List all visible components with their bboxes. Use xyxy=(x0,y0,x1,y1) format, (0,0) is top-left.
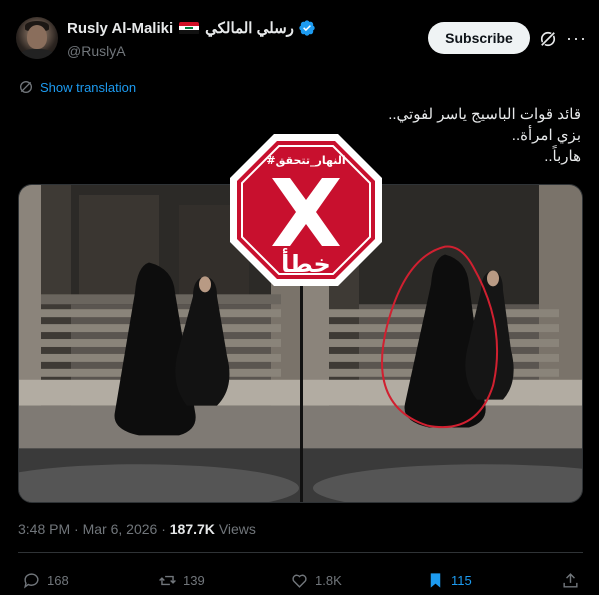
like-count: 1.8K xyxy=(315,573,342,588)
meta-separator: · xyxy=(74,521,83,537)
author-name-row[interactable]: Rusly Al-Maliki رسلي المالكي xyxy=(67,19,316,37)
show-translation-link[interactable]: Show translation xyxy=(40,80,136,95)
more-options-icon[interactable]: ··· xyxy=(566,29,586,47)
views-label: Views xyxy=(218,521,256,537)
subscribe-button[interactable]: Subscribe xyxy=(428,22,530,54)
reply-count: 168 xyxy=(47,573,69,588)
verified-badge-icon xyxy=(299,20,315,36)
tweet-line: بزي امرأة.. xyxy=(511,127,581,144)
tweet-time[interactable]: 3:48 PM xyxy=(18,521,70,537)
author-handle[interactable]: @RuslyA xyxy=(67,43,126,59)
grok-icon[interactable] xyxy=(538,29,558,49)
false-claim-stamp: #النهار_تتحقق خطأ xyxy=(230,134,382,286)
author-display-name[interactable]: Rusly Al-Maliki xyxy=(67,20,173,37)
repost-button[interactable]: 139 xyxy=(158,571,205,590)
stamp-hashtag: #النهار_تتحقق xyxy=(266,154,345,167)
tweet-date[interactable]: Mar 6, 2026 xyxy=(83,521,158,537)
tweet-meta: 3:48 PM · Mar 6, 2026 · 187.7K Views xyxy=(18,521,256,537)
bookmark-button[interactable]: 115 xyxy=(426,571,472,590)
tweet-line: قائد قوات الباسيج ياسر لفوتي.. xyxy=(388,106,581,123)
iraq-flag-icon xyxy=(179,21,200,35)
tweet-actions: 168 139 1.8K 115 xyxy=(0,565,599,595)
like-button[interactable]: 1.8K xyxy=(290,571,342,590)
repost-count: 139 xyxy=(183,573,205,588)
author-arabic-name[interactable]: رسلي المالكي xyxy=(205,19,294,37)
tweet-text: قائد قوات الباسيج ياسر لفوتي.. بزي امرأة… xyxy=(388,104,581,167)
translate-icon xyxy=(20,81,32,93)
reply-icon xyxy=(24,573,39,589)
heart-icon xyxy=(292,574,307,588)
bookmark-count: 115 xyxy=(451,573,472,588)
bookmark-icon xyxy=(430,573,441,588)
share-icon xyxy=(563,573,578,588)
tweet-line: هارباً.. xyxy=(544,148,581,165)
author-avatar[interactable] xyxy=(16,17,58,59)
share-button[interactable] xyxy=(561,571,580,590)
repost-icon xyxy=(159,575,176,586)
show-translation-row[interactable]: Show translation xyxy=(18,79,136,95)
divider xyxy=(18,552,583,553)
meta-separator: · xyxy=(161,521,170,537)
avatar-face xyxy=(27,25,47,49)
avatar-body xyxy=(20,49,54,59)
stamp-verdict: خطأ xyxy=(281,248,331,278)
views-count: 187.7K xyxy=(169,521,215,537)
reply-button[interactable]: 168 xyxy=(22,571,69,590)
